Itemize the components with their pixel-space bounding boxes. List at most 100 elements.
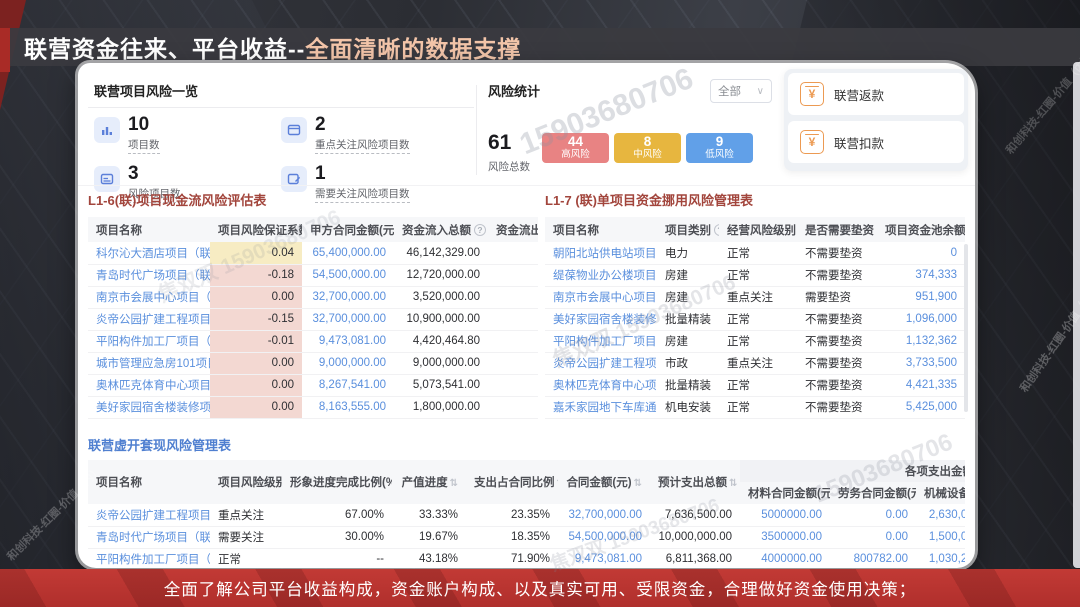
col-material-contract[interactable]: 材料合同金额(元)⇅ (740, 482, 830, 504)
col-need-advance[interactable]: 是否需要垫资? (797, 217, 877, 242)
table-row[interactable]: 平阳构件加工厂项目（联营）正常--43.18%71.90%9,473,081.0… (88, 548, 965, 570)
table-cell: 0.00 (830, 504, 916, 526)
col-project-name: 项目名称 (88, 217, 210, 242)
project-name-link[interactable]: 炎帝公园扩建工程项目（... (88, 308, 210, 330)
table-cell: 需要关注 (210, 526, 282, 548)
project-name-link[interactable]: 朝阳北站供电站项目（联... (545, 242, 657, 264)
project-name-link[interactable]: 南京市会展中心项目（联... (545, 286, 657, 308)
table-row[interactable]: 美好家园宿舍楼装修项目...批量精装正常不需要垫资1,096,000 (545, 308, 965, 330)
bar-chart-icon (94, 117, 120, 143)
col-inflow-total[interactable]: 资金流入总额?⇅ (394, 217, 488, 242)
risk-statistics-panel: 风险统计 全部 ∨ 61 风险总数 44 高风险 8 中风险 9 低风险 (480, 75, 776, 181)
table-cell: 5,425,000 (877, 396, 965, 418)
table-row[interactable]: 南京市会展中心项目（联...0.0032,700,000.003,520,000… (88, 286, 538, 308)
project-name-link[interactable]: 缇葆物业办公楼项目（联... (545, 264, 657, 286)
table-cell: 33.33% (392, 504, 466, 526)
col-contract-amount[interactable]: 甲方合同金额(元)?⇅ (302, 217, 394, 242)
table-row[interactable]: 青岛时代广场项目（联营）需要关注30.00%19.67%18.35%54,500… (88, 526, 965, 548)
table-cell: 1,500,000 (916, 526, 965, 548)
table-row[interactable]: 奥林匹克体育中心项目（...0.008,267,541.005,073,541.… (88, 374, 538, 396)
deduction-button[interactable]: ¥ 联营扣款 (788, 121, 964, 163)
table-cell: 0.00 (830, 526, 916, 548)
table-cell: 8,163,555.00 (302, 396, 394, 418)
col-project-name: 项目名称 (545, 217, 657, 242)
table-cell: 951,900 (877, 286, 965, 308)
funds-table-title: L1-7 (联)单项目资金挪用风险管理表 (545, 190, 969, 209)
table-cell: 23.35% (466, 504, 558, 526)
project-name-link[interactable]: 青岛时代广场项目（联营） (88, 526, 210, 548)
table-cell: 374,333 (877, 264, 965, 286)
col-outflow-total[interactable]: 资金流出总额?⇅ (488, 217, 538, 242)
header-row: 项目名称 项目风险级别 形象进度完成比例(%) 产值进度⇅ 支出占合同比例⇅ 合… (88, 460, 965, 482)
sort-icon: ⇅ (557, 478, 559, 489)
col-estimated-spend[interactable]: 预计支出总额⇅ (650, 460, 740, 504)
table-row[interactable]: 奥林匹克体育中心项目（...批量精装正常不需要垫资4,421,335 (545, 374, 965, 396)
table-row[interactable]: 平阳构件加工厂项目（联...房建正常不需要垫资1,132,362 (545, 330, 965, 352)
table-cell: 正常 (210, 548, 282, 570)
table-cell: 10,900,000.00 (394, 308, 488, 330)
funds-table-clip: 项目名称 项目类别? 经营风险级别? 是否需要垫资? 项目资金池余额(元)(元)… (545, 217, 969, 419)
table-row[interactable]: 炎帝公园扩建工程项目（...市政重点关注不需要垫资3,733,500 (545, 352, 965, 374)
col-spend-ratio[interactable]: 支出占合同比例⇅ (466, 460, 558, 504)
table-row[interactable]: 平阳构件加工厂项目（联...-0.019,473,081.004,420,464… (88, 330, 538, 352)
col-output-progress[interactable]: 产值进度⇅ (392, 460, 466, 504)
refund-button[interactable]: ¥ 联营返款 (788, 73, 964, 115)
table-cell: 12,720,000.00 (394, 264, 488, 286)
low-risk-badge[interactable]: 9 低风险 (686, 133, 753, 163)
table-row[interactable]: 青岛时代广场项目（联营）-0.1854,500,000.0012,720,000… (88, 264, 538, 286)
table-row[interactable]: 科尔沁大酒店项目（联营）0.0465,400,000.0046,142,329.… (88, 242, 538, 264)
table-row[interactable]: 缇葆物业办公楼项目（联...房建正常不需要垫资374,333 (545, 264, 965, 286)
project-name-link[interactable]: 奥林匹克体育中心项目（... (88, 374, 210, 396)
funds-table: 项目名称 项目类别? 经营风险级别? 是否需要垫资? 项目资金池余额(元)(元)… (545, 217, 965, 419)
project-name-link[interactable]: 南京市会展中心项目（联... (88, 286, 210, 308)
table-cell: 54,500,000.00 (558, 526, 650, 548)
project-name-link[interactable]: 炎帝公园扩建工程项目（... (545, 352, 657, 374)
table-cell: 3500000.00 (740, 526, 830, 548)
table-cell: 4000000.00 (740, 548, 830, 570)
project-name-link[interactable]: 嘉禾家园地下车库通风项... (545, 396, 657, 418)
col-labor-contract[interactable]: 劳务合同金额(元)⇅ (830, 482, 916, 504)
table-row[interactable]: 嘉禾家园地下车库通风项...机电安装正常不需要垫资5,425,000 (545, 396, 965, 418)
table-row[interactable]: 美好家园宿舍楼装修项目...0.008,163,555.001,800,000.… (88, 396, 538, 418)
mid-risk-badge[interactable]: 8 中风险 (614, 133, 681, 163)
table-row[interactable]: 炎帝公园扩建工程项目（...-0.1532,700,000.0010,900,0… (88, 308, 538, 330)
col-risk-coefficient[interactable]: 项目风险保证系数?⇅ (210, 217, 302, 242)
table-cell: 0.04 (210, 242, 302, 264)
project-name-link[interactable]: 城市管理应急房101项目... (88, 352, 210, 374)
project-name-link[interactable]: 青岛时代广场项目（联营） (88, 264, 210, 286)
project-name-link[interactable]: 美好家园宿舍楼装修项目... (88, 396, 210, 418)
table-cell: 10,000,000.00 (650, 526, 740, 548)
table-cell: 32,700,000.00 (302, 308, 394, 330)
table-row[interactable]: 朝阳北站供电站项目（联...电力正常不需要垫资0 (545, 242, 965, 264)
project-name-link[interactable]: 平阳构件加工厂项目（联营） (88, 548, 210, 570)
table-cell: 不需要垫资 (797, 308, 877, 330)
project-name-link[interactable]: 炎帝公园扩建工程项目（联... (88, 504, 210, 526)
project-name-link[interactable]: 平阳构件加工厂项目（联... (88, 330, 210, 352)
high-risk-badge[interactable]: 44 高风险 (542, 133, 609, 163)
vertical-scrollbar[interactable] (964, 244, 968, 412)
cashflow-table-title: L1-6(联)项目现金流风险评估表 (88, 190, 538, 209)
col-project-type[interactable]: 项目类别? (657, 217, 719, 242)
project-name-link[interactable]: 科尔沁大酒店项目（联营） (88, 242, 210, 264)
table-cell: 重点关注 (719, 286, 797, 308)
table-cell: 8,267,541.00 (302, 374, 394, 396)
project-name-link[interactable]: 平阳构件加工厂项目（联... (545, 330, 657, 352)
col-project-name: 项目名称 (88, 460, 210, 504)
stat-project-count: 10 项目数 (94, 115, 281, 154)
risk-filter-dropdown[interactable]: 全部 ∨ (710, 79, 772, 103)
col-operation-risk[interactable]: 经营风险级别? (719, 217, 797, 242)
sort-icon: ⇅ (729, 478, 737, 489)
project-name-link[interactable]: 美好家园宿舍楼装修项目... (545, 308, 657, 330)
col-fund-pool-balance[interactable]: 项目资金池余额(元)(元)? (877, 217, 965, 242)
table-cell: 1,030,200 (916, 548, 965, 570)
badge-value: 8 (644, 135, 652, 150)
col-machinery-contract[interactable]: 机械设备合同金额(元)⇅ (916, 482, 965, 504)
table-cell: 30.00% (282, 526, 392, 548)
table-row[interactable]: 炎帝公园扩建工程项目（联...重点关注67.00%33.33%23.35%32,… (88, 504, 965, 526)
table-row[interactable]: 南京市会展中心项目（联...房建重点关注需要垫资951,900 (545, 286, 965, 308)
col-contract-amount[interactable]: 合同金额(元)⇅ (558, 460, 650, 504)
col-progress-ratio: 形象进度完成比例(%) (282, 460, 392, 504)
project-name-link[interactable]: 奥林匹克体育中心项目（... (545, 374, 657, 396)
table-row[interactable]: 城市管理应急房101项目...0.009,000,000.009,000,000… (88, 352, 538, 374)
table-cell: 房建 (657, 264, 719, 286)
